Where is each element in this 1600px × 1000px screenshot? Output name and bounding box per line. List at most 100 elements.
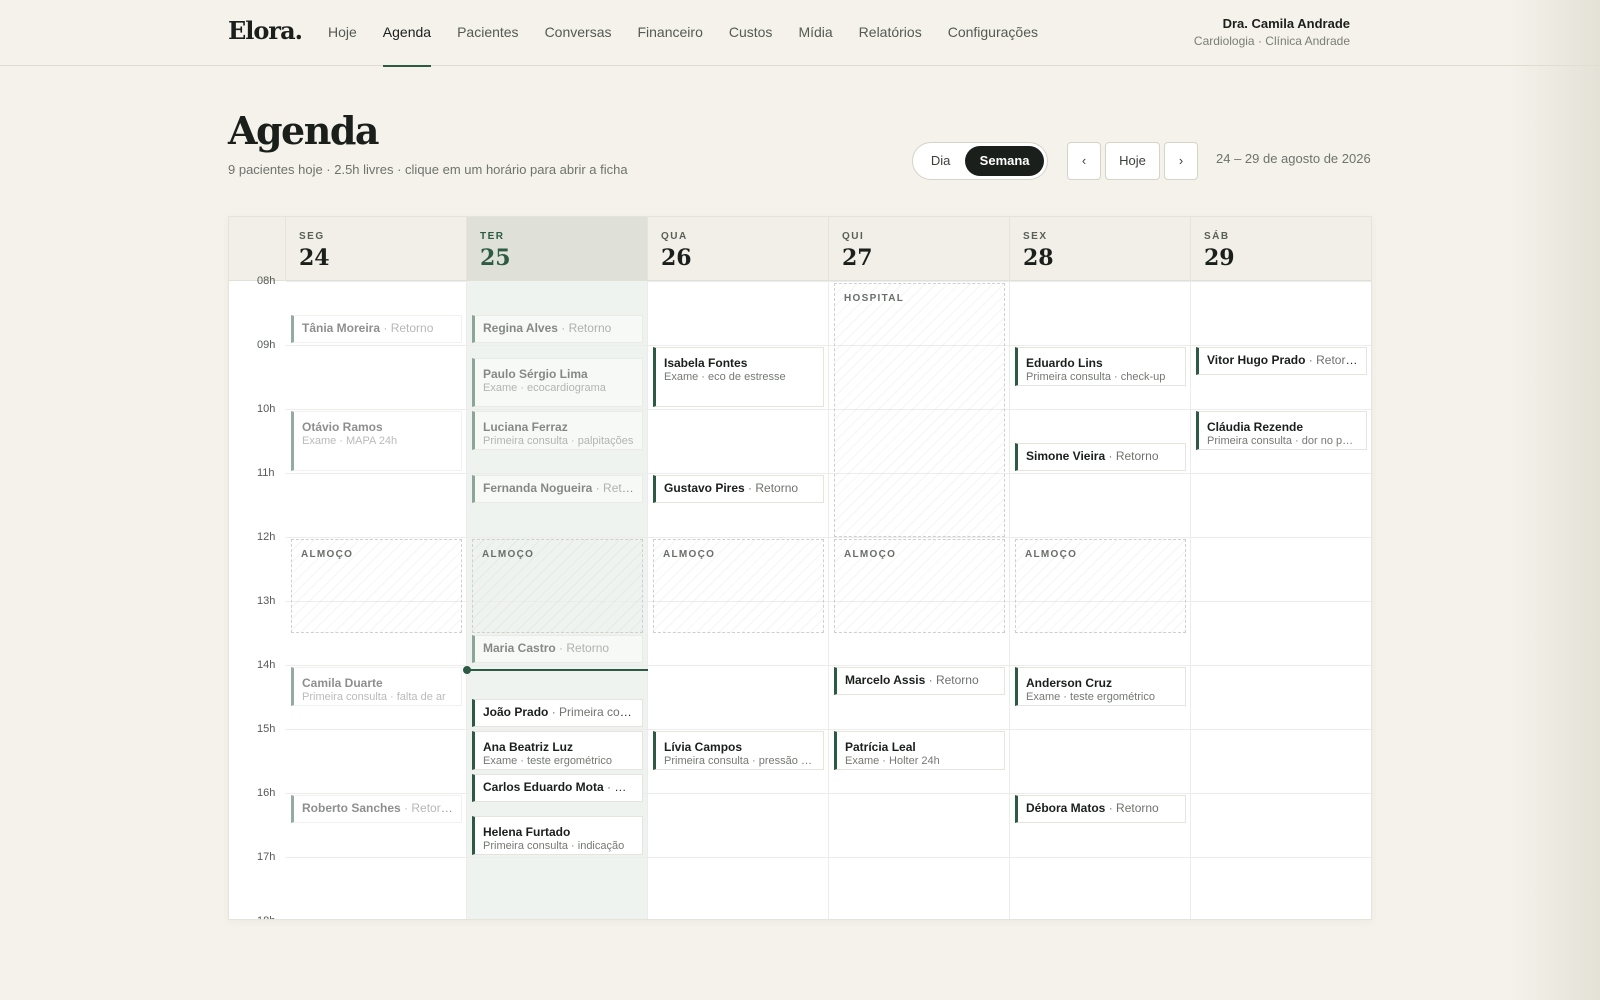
appointment-card[interactable]: João Prado · Primeira consulta — [472, 699, 643, 727]
appointment-card[interactable]: Simone Vieira · Retorno — [1015, 443, 1186, 471]
appointment-type: Retorno — [1116, 801, 1159, 815]
nav-item-midia[interactable]: Mídia — [798, 0, 832, 66]
hour-gridline — [829, 857, 1009, 858]
appointment-card[interactable]: Maria Castro · Retorno — [472, 635, 643, 663]
appointment-type: Primeira consulta · check-up — [1026, 371, 1166, 383]
day-header-qui[interactable]: QUI 27 — [829, 217, 1010, 281]
hour-gridline — [1191, 601, 1371, 602]
hour-gridline — [467, 665, 647, 666]
patient-name: Isabela Fontes — [664, 356, 748, 370]
appointment-card[interactable]: Lívia Campos Primeira consulta · pressão … — [653, 731, 824, 770]
appointment-separator: · — [603, 779, 615, 794]
hour-label: 11h — [257, 467, 275, 479]
appointment-card[interactable]: Luciana Ferraz Primeira consulta · palpit… — [472, 411, 643, 450]
next-week-button[interactable]: › — [1164, 142, 1198, 180]
view-week-option[interactable]: Semana — [965, 146, 1044, 176]
time-gutter-header — [229, 217, 286, 281]
nav-item-pacientes[interactable]: Pacientes — [457, 0, 518, 66]
appointment-title: Patrícia Leal — [845, 740, 996, 754]
appointment-card[interactable]: Débora Matos · Retorno — [1015, 795, 1186, 823]
appointment-title: Fernanda Nogueira · Retorno — [483, 476, 634, 500]
appointment-card[interactable]: Cláudia Rezende Primeira consulta · dor n… — [1196, 411, 1367, 450]
hour-gridline — [1010, 345, 1190, 346]
hour-gridline — [1010, 729, 1190, 730]
page-subtitle: 9 pacientes hoje · 2.5h livres · clique … — [228, 162, 628, 177]
appointment-type: Exame · Holter 24h — [845, 755, 940, 767]
blocked-slot-label: ALMOÇO — [301, 549, 354, 560]
day-header-sex[interactable]: SEX 28 — [1010, 217, 1191, 281]
appointment-card[interactable]: Marcelo Assis · Retorno — [834, 667, 1005, 695]
appointment-card[interactable]: Vitor Hugo Prado · Retorno — [1196, 347, 1367, 375]
top-navbar: Elora. Hoje Agenda Pacientes Conversas Finan… — [0, 0, 1600, 67]
nav-item-conversas[interactable]: Conversas — [545, 0, 612, 66]
appointment-card[interactable]: Anderson Cruz Exame · teste ergométrico — [1015, 667, 1186, 706]
appointment-card[interactable]: Isabela Fontes Exame · eco de estresse — [653, 347, 824, 407]
hour-gridline — [648, 665, 828, 666]
patient-name: Patrícia Leal — [845, 740, 916, 754]
appointment-separator: · — [380, 321, 391, 335]
appointment-card[interactable]: Eduardo Lins Primeira consulta · check-up — [1015, 347, 1186, 386]
hour-gridline — [829, 665, 1009, 666]
patient-name: Camila Duarte — [302, 676, 383, 690]
app-logo[interactable]: Elora. — [228, 16, 303, 45]
appointment-type: Exame · ecocardiograma — [483, 381, 606, 394]
patient-name: Luciana Ferraz — [483, 420, 568, 434]
day-number: 29 — [1204, 245, 1235, 271]
appointment-title: Tânia Moreira · Retorno — [302, 316, 453, 340]
appointment-card[interactable]: Carlos Eduardo Mota · Retorno — [472, 773, 643, 802]
appointment-card[interactable]: Helena Furtado Primeira consulta · indica… — [472, 816, 643, 855]
hour-gridline — [286, 665, 466, 666]
day-number: 24 — [299, 245, 330, 271]
appointment-separator: · — [400, 801, 412, 815]
view-day-option[interactable]: Dia — [916, 146, 965, 176]
appointment-card[interactable]: Roberto Sanches · Retorno — [291, 795, 462, 823]
nav-item-configuracoes[interactable]: Configurações — [948, 0, 1038, 66]
nav-item-relatorios[interactable]: Relatórios — [859, 0, 922, 66]
appointment-separator: · — [548, 705, 560, 719]
appointment-type: Exame · MAPA 24h — [302, 435, 398, 447]
day-header-ter[interactable]: TER 25 — [467, 217, 648, 281]
day-header-qua[interactable]: QUA 26 — [648, 217, 829, 281]
appointment-card[interactable]: Regina Alves · Retorno — [472, 315, 643, 343]
patient-name: Ana Beatriz Luz — [483, 740, 574, 754]
patient-name: João Prado — [483, 705, 549, 719]
hour-gridline — [286, 857, 466, 858]
hour-gridline — [286, 409, 466, 410]
appointment-card[interactable]: Camila Duarte Primeira consulta · falta d… — [291, 667, 462, 706]
today-button[interactable]: Hoje — [1105, 142, 1160, 180]
appointment-title: Vitor Hugo Prado · Retorno — [1207, 348, 1358, 372]
appointment-type: Primeira consulta · pressão alta — [664, 755, 815, 767]
appointment-card[interactable]: Otávio Ramos Exame · MAPA 24h — [291, 411, 462, 471]
patient-name: Anderson Cruz — [1026, 676, 1113, 690]
patient-name: Otávio Ramos — [302, 420, 383, 434]
day-number: 27 — [842, 245, 873, 271]
appointment-title: Lívia Campos — [664, 740, 815, 754]
appointment-card[interactable]: Tânia Moreira · Retorno — [291, 315, 462, 343]
current-time-line — [467, 669, 648, 672]
appointment-title: Maria Castro · Retorno — [483, 636, 634, 660]
appointment-card[interactable]: Patrícia Leal Exame · Holter 24h — [834, 731, 1005, 770]
blocked-slot-almoco: ALMOÇO — [291, 539, 462, 633]
main-nav: Hoje Agenda Pacientes Conversas Financeiro Cu… — [328, 0, 1064, 67]
user-profile[interactable]: Dra. Camila Andrade Cardiologia · Clínic… — [1194, 16, 1350, 48]
hour-gridline — [467, 345, 647, 346]
day-name: QUA — [661, 231, 688, 242]
appointment-separator: · — [555, 641, 567, 655]
nav-item-financeiro[interactable]: Financeiro — [637, 0, 702, 66]
day-name: SÁB — [1204, 231, 1230, 242]
appointment-card[interactable]: Ana Beatriz Luz Exame · teste ergométrico — [472, 731, 643, 770]
hour-label: 10h — [257, 403, 276, 415]
nav-item-custos[interactable]: Custos — [729, 0, 773, 66]
appointment-card[interactable]: Fernanda Nogueira · Retorno — [472, 475, 643, 503]
prev-week-button[interactable]: ‹ — [1067, 142, 1101, 180]
appointment-card[interactable]: Gustavo Pires · Retorno — [653, 475, 824, 503]
day-header-sab[interactable]: SÁB 29 — [1191, 217, 1371, 281]
appointment-title: Carlos Eduardo Mota · Retorno — [483, 775, 634, 799]
nav-item-agenda[interactable]: Agenda — [382, 0, 432, 67]
nav-item-hoje[interactable]: Hoje — [328, 0, 357, 66]
day-header-seg[interactable]: SEG 24 — [286, 217, 467, 281]
day-column[interactable] — [1191, 281, 1371, 919]
day-name: TER — [480, 231, 505, 242]
appointment-card[interactable]: Paulo Sérgio Lima Exame · ecocardiograma — [472, 357, 643, 407]
hour-label: 17h — [257, 851, 276, 863]
